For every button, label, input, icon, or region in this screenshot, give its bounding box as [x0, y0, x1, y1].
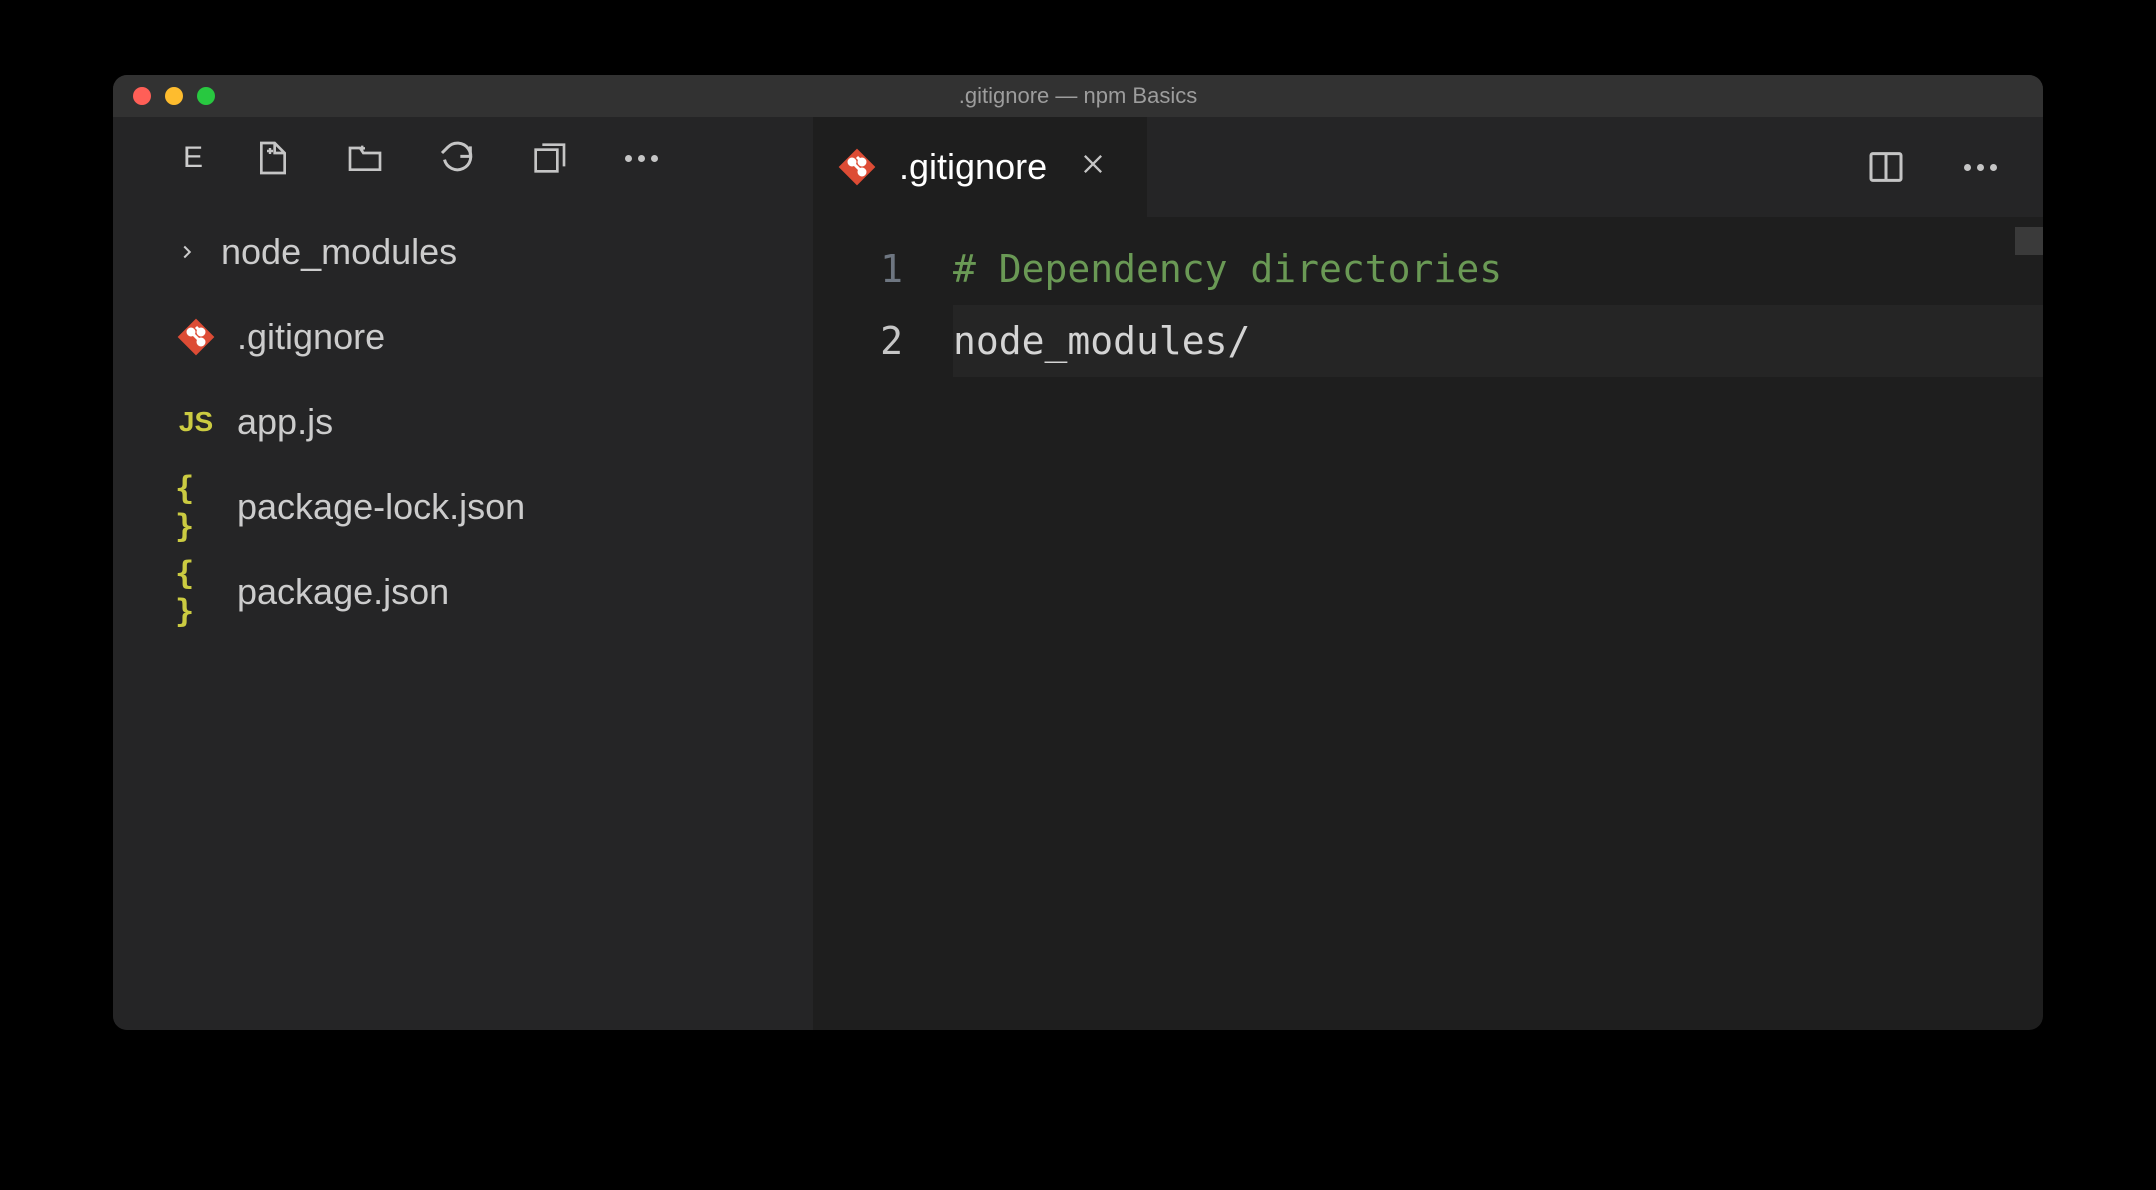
- tab-label: .gitignore: [899, 146, 1047, 188]
- new-folder-button[interactable]: [342, 135, 388, 181]
- line-number-gutter: 1 2: [813, 233, 953, 1030]
- code-line: node_modules/: [953, 319, 1250, 363]
- code-editor[interactable]: 1 2 # Dependency directories node_module…: [813, 217, 2043, 1030]
- titlebar[interactable]: .gitignore — npm Basics: [113, 75, 2043, 117]
- more-actions-button[interactable]: [618, 135, 664, 181]
- git-icon: [837, 147, 877, 187]
- code-content[interactable]: # Dependency directories node_modules/: [953, 233, 2043, 1030]
- minimap-indicator[interactable]: [2015, 227, 2043, 255]
- line-number: 2: [813, 305, 903, 377]
- split-editor-button[interactable]: [1863, 144, 1909, 190]
- code-line: # Dependency directories: [953, 247, 1502, 291]
- editor-area: .gitignore 1 2: [813, 117, 2043, 1030]
- window-body: E: [113, 117, 2043, 1030]
- json-icon: { }: [175, 486, 217, 528]
- json-icon: { }: [175, 571, 217, 613]
- explorer-sidebar: E: [113, 117, 813, 1030]
- tree-item-label: app.js: [237, 401, 333, 443]
- explorer-header: E: [113, 135, 813, 181]
- close-tab-button[interactable]: [1069, 142, 1117, 193]
- collapse-all-button[interactable]: [526, 135, 572, 181]
- editor-window: .gitignore — npm Basics E: [113, 75, 2043, 1030]
- window-title: .gitignore — npm Basics: [959, 83, 1197, 109]
- tab-gitignore[interactable]: .gitignore: [813, 117, 1147, 217]
- tree-item-label: node_modules: [221, 231, 457, 273]
- tree-item-label: .gitignore: [237, 316, 385, 358]
- tree-file-package-json[interactable]: { } package.json: [113, 549, 813, 634]
- tree-file-app-js[interactable]: JS app.js: [113, 379, 813, 464]
- editor-actions: [1863, 117, 2043, 217]
- file-tree: node_modules .gitignore JS app.js { } pa…: [113, 209, 813, 634]
- git-icon: [175, 316, 217, 358]
- more-editor-actions-button[interactable]: [1957, 144, 2003, 190]
- tree-item-label: package.json: [237, 571, 449, 613]
- close-window-button[interactable]: [133, 87, 151, 105]
- tree-folder-node_modules[interactable]: node_modules: [113, 209, 813, 294]
- tree-file-package-lock[interactable]: { } package-lock.json: [113, 464, 813, 549]
- javascript-icon: JS: [175, 401, 217, 443]
- tree-file-gitignore[interactable]: .gitignore: [113, 294, 813, 379]
- editor-tabs: .gitignore: [813, 117, 2043, 217]
- minimize-window-button[interactable]: [165, 87, 183, 105]
- new-file-button[interactable]: [250, 135, 296, 181]
- tree-item-label: package-lock.json: [237, 486, 525, 528]
- chevron-right-icon: [173, 241, 201, 263]
- maximize-window-button[interactable]: [197, 87, 215, 105]
- window-controls: [113, 87, 215, 105]
- refresh-button[interactable]: [434, 135, 480, 181]
- explorer-section-label: E: [183, 141, 204, 175]
- line-number: 1: [813, 233, 903, 305]
